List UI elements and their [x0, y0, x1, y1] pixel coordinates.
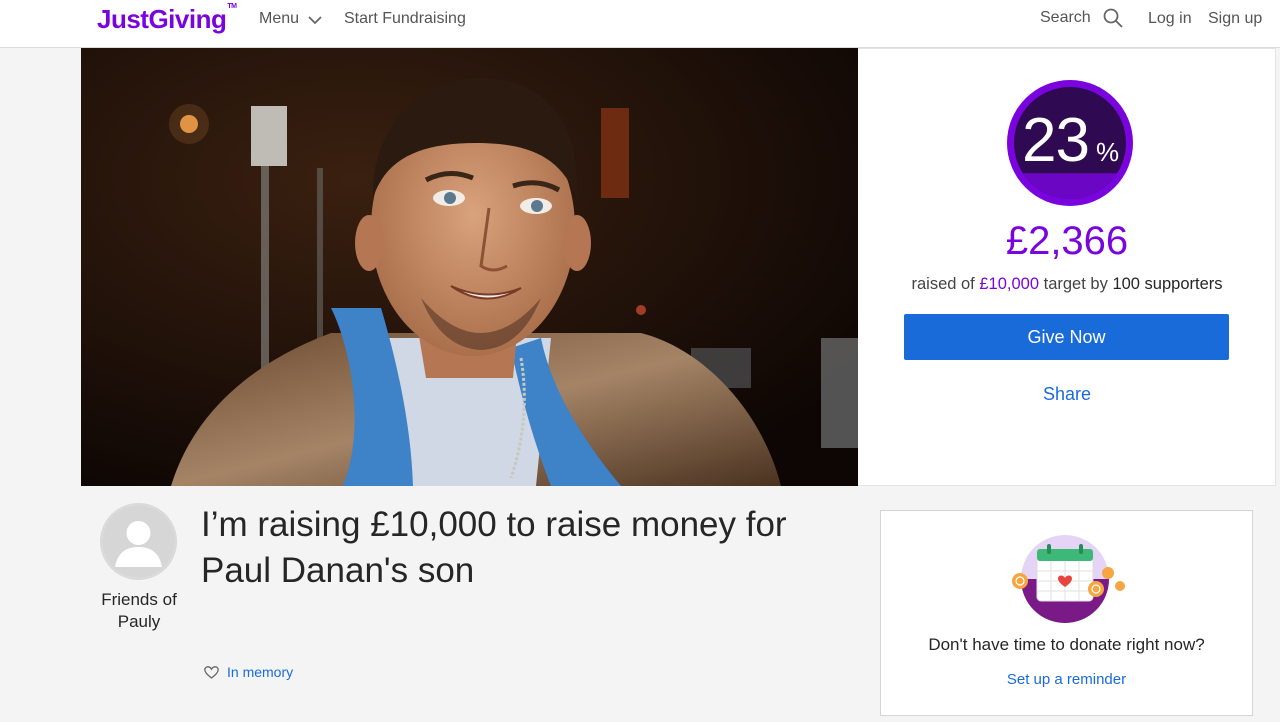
signup-link[interactable]: Sign up [1208, 10, 1262, 28]
chevron-down-icon [308, 15, 322, 24]
set-reminder-link[interactable]: Set up a reminder [881, 671, 1252, 688]
target-suffix: target by [1043, 275, 1108, 293]
justgiving-logo[interactable]: JustGivingTM [97, 3, 237, 35]
donation-panel: 23 % £2,366 raised of £10,000 target by … [858, 48, 1276, 486]
menu-button[interactable]: Menu [259, 10, 322, 28]
supporters-count: 100 supporters [1112, 275, 1223, 293]
top-navigation: JustGivingTM Menu Start Fundraising Sear… [0, 0, 1280, 48]
raised-amount: £2,366 [1005, 219, 1129, 263]
target-amount: £10,000 [979, 275, 1040, 293]
portrait-illustration [81, 48, 858, 486]
percent-sign: % [1096, 137, 1120, 167]
raised-summary: raised of £10,000 target by 100 supporte… [858, 275, 1276, 294]
progress-percent: 23 [1022, 106, 1090, 175]
login-link[interactable]: Log in [1148, 10, 1192, 28]
heart-icon [204, 665, 219, 679]
share-link[interactable]: Share [858, 384, 1276, 405]
in-memory-tag[interactable]: In memory [204, 664, 293, 680]
owner-name[interactable]: Friends of Pauly [88, 589, 190, 633]
reminder-prompt: Don't have time to donate right now? [928, 635, 1205, 654]
start-fundraising-link[interactable]: Start Fundraising [344, 10, 466, 28]
logo-trademark: TM [227, 3, 237, 11]
avatar[interactable] [100, 503, 177, 580]
search-button[interactable]: Search [1040, 8, 1123, 28]
give-now-button[interactable]: Give Now [904, 314, 1229, 360]
menu-label: Menu [259, 10, 300, 27]
hero-photo [81, 48, 858, 486]
reminder-card: Don't have time to donate right now? Set… [880, 510, 1253, 716]
calendar-reminder-illustration [1012, 535, 1125, 623]
search-icon [1103, 8, 1123, 28]
user-silhouette-icon [102, 505, 175, 578]
logo-text: JustGiving [97, 4, 227, 34]
page-title: I’m raising £10,000 to raise money for P… [201, 505, 787, 590]
raised-prefix: raised of [911, 275, 975, 293]
search-label: Search [1040, 9, 1091, 26]
in-memory-label: In memory [227, 664, 294, 680]
